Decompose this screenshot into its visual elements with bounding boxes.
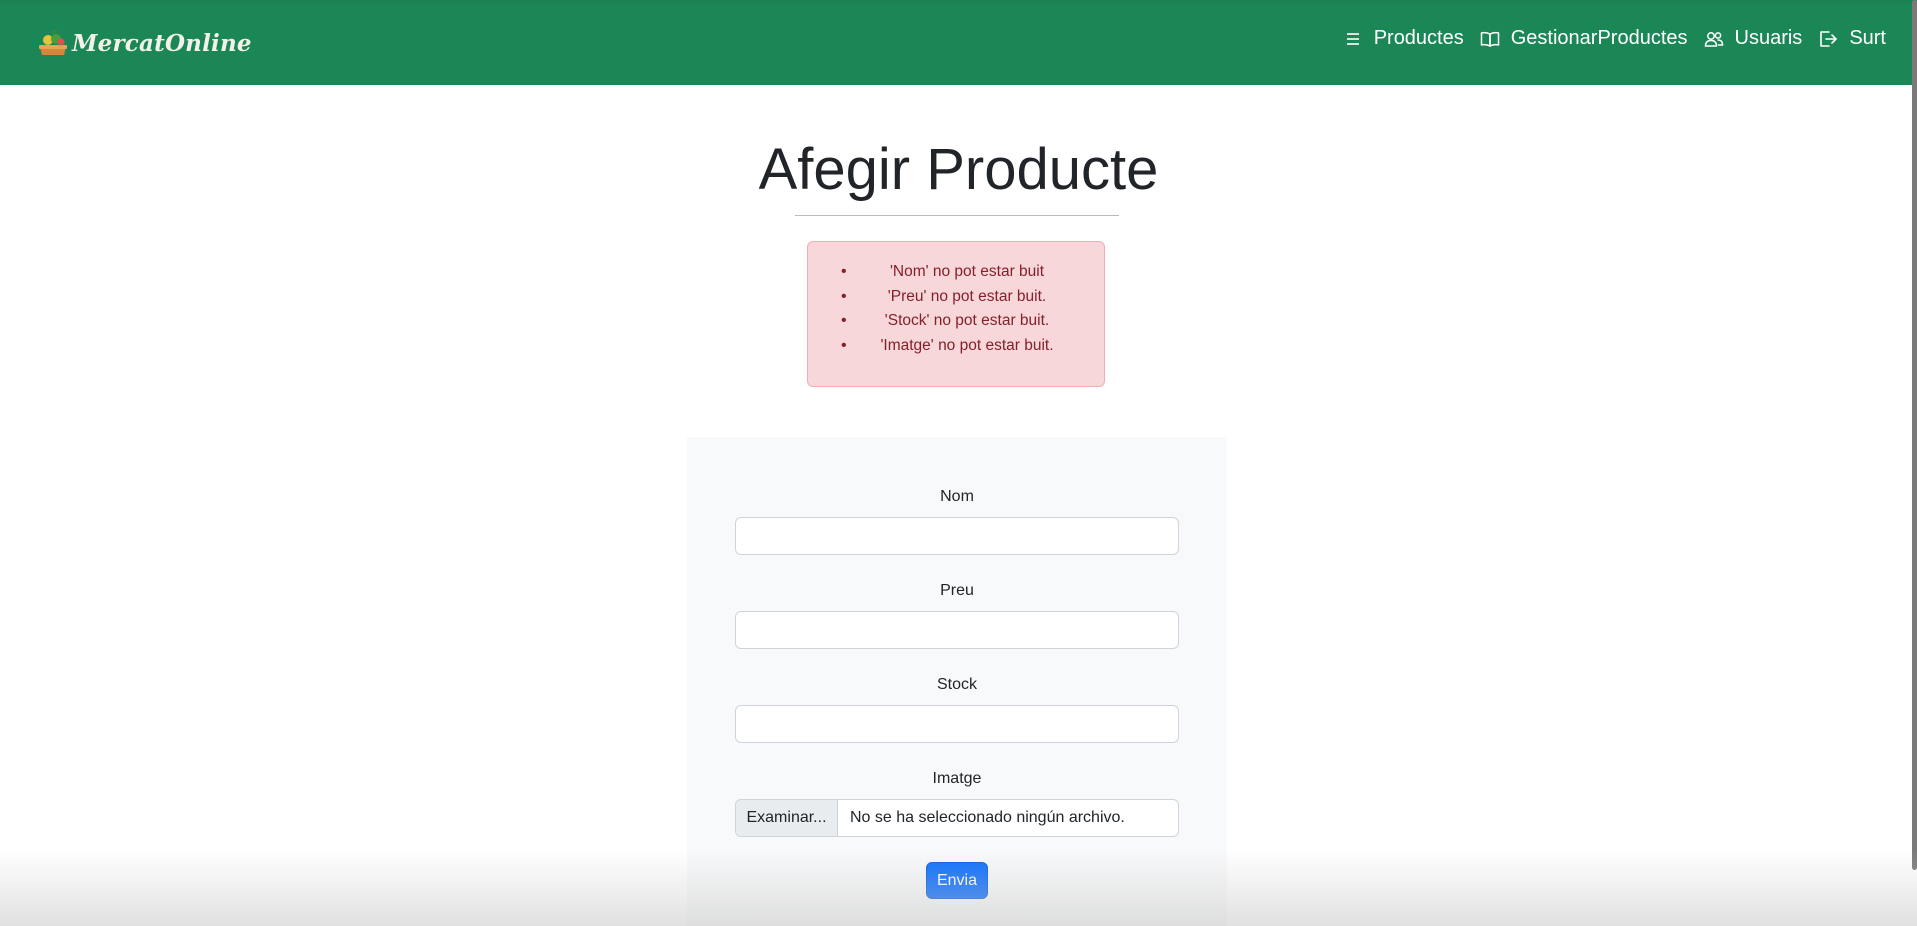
nav-link-label: Surt (1849, 27, 1886, 49)
nav-links: Productes GestionarProductes Usuaris Sur… (1343, 27, 1886, 50)
logout-icon (1820, 30, 1838, 47)
file-status: No se ha seleccionado ningún archivo. (850, 809, 1125, 826)
preu-input[interactable] (735, 611, 1179, 649)
nom-label: Nom (940, 488, 974, 505)
error-item: 'Stock' no pot estar buit. (808, 309, 1104, 334)
error-item: 'Imatge' no pot estar buit. (808, 334, 1104, 359)
page-title: Afegir Producte (758, 137, 1159, 202)
imatge-label: Imatge (932, 770, 982, 787)
navbar: MercatOnline Productes GestionarProducte… (0, 0, 1917, 85)
brand-name: MercatOnline (72, 29, 252, 57)
error-list: 'Nom' no pot estar buit 'Preu' no pot es… (808, 260, 1104, 358)
vegetable-basket-icon (39, 30, 67, 55)
nom-input[interactable] (735, 517, 1179, 555)
nav-link-surt[interactable]: Surt (1818, 27, 1886, 50)
list-icon (1346, 32, 1359, 45)
imatge-file-input[interactable]: Examinar... No se ha seleccionado ningún… (735, 799, 1179, 837)
nav-link-label: GestionarProductes (1510, 27, 1688, 49)
preu-label: Preu (940, 582, 974, 599)
brand[interactable]: MercatOnline (38, 26, 252, 60)
title-divider (795, 215, 1119, 216)
book-icon (1480, 31, 1499, 47)
nav-link-label: Usuaris (1734, 27, 1803, 49)
stock-label: Stock (936, 676, 977, 693)
error-alert: 'Nom' no pot estar buit 'Preu' no pot es… (807, 241, 1105, 387)
nav-link-gestionar-productes[interactable]: GestionarProductes (1480, 27, 1688, 50)
nav-link-productes[interactable]: Productes (1343, 27, 1464, 50)
users-icon (1704, 31, 1723, 47)
error-item: 'Preu' no pot estar buit. (808, 285, 1104, 310)
submit-button[interactable]: Envia (926, 862, 988, 899)
scrollbar[interactable] (1912, 0, 1917, 870)
nav-link-label: Productes (1373, 27, 1464, 49)
error-item: 'Nom' no pot estar buit (808, 260, 1104, 285)
nav-link-usuaris[interactable]: Usuaris (1704, 27, 1803, 50)
stock-input[interactable] (735, 705, 1179, 743)
browse-button[interactable]: Examinar... (736, 800, 838, 836)
